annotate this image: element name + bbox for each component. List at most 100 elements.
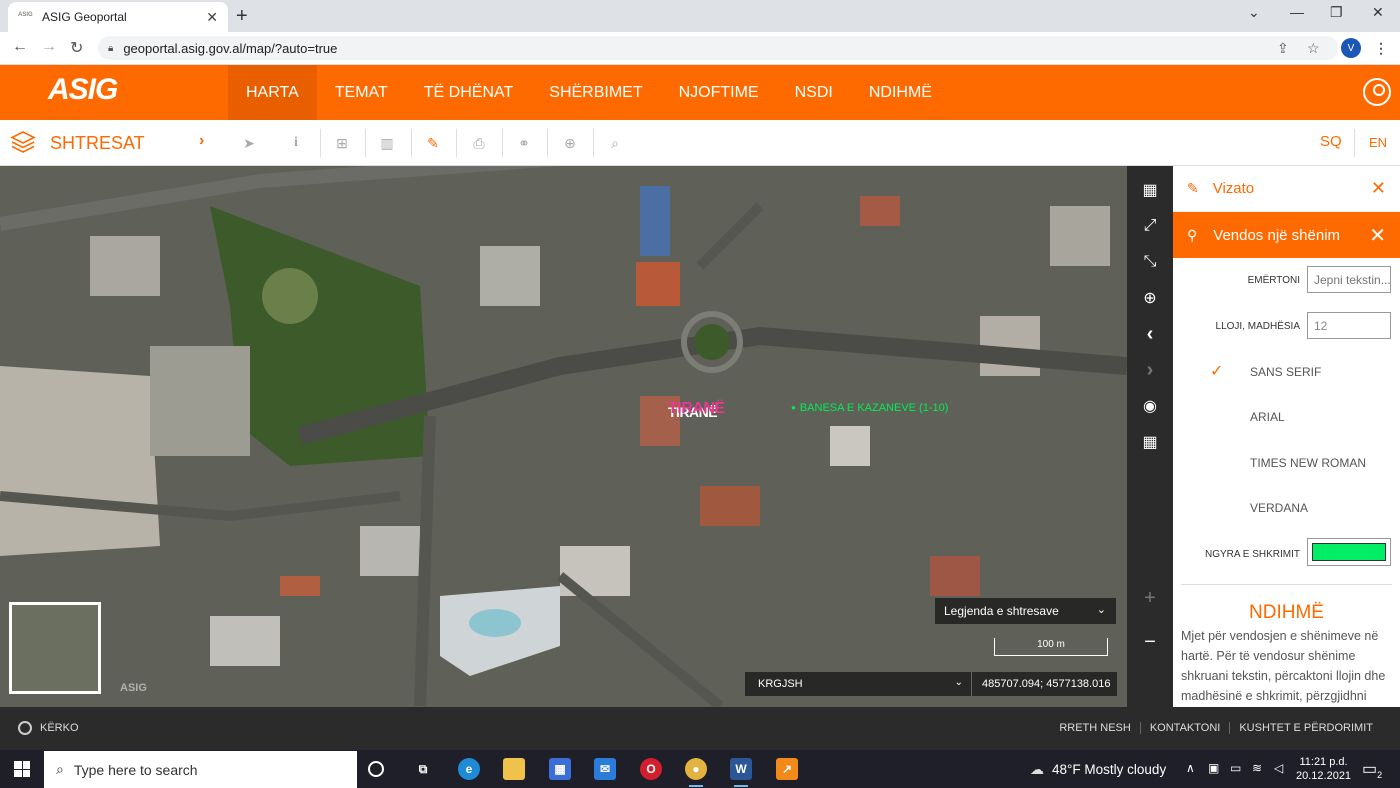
app-icon[interactable]: ↗ [776,758,798,780]
nav-nsdi[interactable]: NSDI [777,65,851,120]
share-icon[interactable]: ⇪ [1277,40,1289,57]
overview-minimap[interactable] [9,602,101,694]
opera-icon[interactable]: O [640,758,662,780]
word-icon[interactable]: W [730,758,752,787]
search-icon: ⌕ [56,761,64,777]
footer-search-label: KËRKO [40,722,79,734]
layers-label[interactable]: SHTRESAT [50,133,145,154]
close-icon[interactable]: ✕ [1369,223,1386,248]
nav-harta[interactable]: HARTA [228,65,317,120]
info-icon[interactable]: i [285,132,307,154]
expand-icon[interactable]: ⤡ [1138,250,1162,274]
mail-icon[interactable]: ✉ [594,758,616,780]
size-input[interactable] [1307,312,1391,339]
url-text: geoportal.asig.gov.al/map/?auto=true [123,40,338,56]
chevron-down-icon: ⌄ [954,677,963,688]
fullscreen-icon[interactable]: ⤢ [1138,214,1162,238]
profile-avatar[interactable]: V [1341,38,1361,58]
lang-en[interactable]: EN [1369,135,1387,150]
tab-search-icon[interactable]: ⌄ [1248,4,1260,21]
globe-icon[interactable]: ◉ [1138,394,1162,418]
notifications-icon[interactable]: ▭2 [1362,759,1382,780]
tab-close-icon[interactable]: ✕ [206,9,218,26]
taskbar-search[interactable]: ⌕ Type here to search [44,751,357,788]
select-pointer-icon[interactable]: ➤ [238,132,260,154]
cortana-icon[interactable] [368,761,384,777]
nav-njoftime[interactable]: NJOFTIME [661,65,777,120]
volume-icon[interactable]: ◁ [1274,761,1283,775]
layers-icon[interactable] [10,129,36,155]
forward-icon[interactable]: → [41,38,57,56]
font-option-verdana[interactable]: VERDANA [1250,501,1308,515]
nav-temat[interactable]: TEMAT [317,65,406,120]
search-icon[interactable]: ⌕ [604,132,626,154]
url-field[interactable]: 🔒︎ geoportal.asig.gov.al/map/?auto=true [98,36,1338,60]
main-nav: HARTA TEMAT TË DHËNAT SHËRBIMET NJOFTIME… [228,65,950,120]
tray-chevron-icon[interactable]: ∧ [1186,761,1195,775]
footer-link-about[interactable]: RRETH NESH [1050,722,1140,734]
system-clock[interactable]: 11:21 p.d. 20.12.2021 [1296,755,1351,783]
legend-toggle[interactable]: Legjenda e shtresave ⌄ [935,598,1116,624]
bookmark-star-icon[interactable]: ☆ [1307,40,1320,57]
text-color-picker[interactable] [1307,538,1391,566]
map-watermark: ASIG [120,682,147,694]
battery-icon[interactable]: ▭ [1230,761,1241,775]
footer-link-terms[interactable]: KUSHTET E PËRDORIMIT [1229,722,1382,734]
previous-view-icon[interactable]: ‹ [1138,322,1162,346]
zoom-out-icon[interactable]: − [1138,630,1162,654]
font-option-arial[interactable]: ARIAL [1250,410,1285,424]
point-label[interactable]: BANESA E KAZANEVE (1-10) [791,402,949,414]
nav-ndihme[interactable]: NDIHMË [851,65,950,120]
windows-start-icon[interactable] [14,761,30,777]
font-option-times-new-roman[interactable]: TIMES NEW ROMAN [1250,456,1366,470]
chevron-down-icon: ⌄ [1096,604,1106,616]
link-icon[interactable]: ⚭ [513,132,535,154]
minimize-icon[interactable]: — [1290,4,1304,20]
reload-icon[interactable]: ↻ [70,38,83,58]
nav-te-dhenat[interactable]: TË DHËNAT [406,65,531,120]
size-label: LLOJI, MADHËSIA [1215,321,1300,332]
weather-widget[interactable]: ☁ 48°F Mostly cloudy [1030,761,1166,778]
print-icon[interactable]: ⎙ [468,132,490,154]
map-canvas[interactable]: TIRANË TIRANË BANESA E KAZANEVE (1-10) A… [0,166,1127,707]
wifi-icon[interactable]: ≋ [1252,761,1262,775]
zoom-in-icon[interactable]: + [1138,586,1162,610]
file-explorer-icon[interactable] [503,758,525,780]
user-account-icon[interactable] [1363,78,1391,106]
basemap-icon[interactable]: ▦ [1138,178,1162,202]
back-icon[interactable]: ← [12,38,28,56]
draw-edit-icon: ✎ [1187,180,1199,196]
crs-select[interactable]: KRGJSH ⌄ [745,672,972,696]
font-option-sans-serif[interactable]: SANS SERIF [1250,365,1321,379]
device-icon[interactable]: ▣ [1208,761,1219,775]
name-input[interactable] [1307,266,1391,293]
chrome-icon[interactable]: ● [685,758,707,787]
name-label: EMËRTONI [1247,275,1300,286]
legend-label: Legjenda e shtresave [944,604,1059,618]
grid-apps-icon[interactable]: ▦ [1138,430,1162,454]
maximize-icon[interactable]: ❐ [1330,4,1343,21]
window-close-icon[interactable]: ✕ [1372,4,1384,21]
nav-sherbimet[interactable]: SHËRBIMET [531,65,660,120]
draw-panel-header: ✎ Vizato ✕ [1173,166,1400,212]
cursor-coordinates: 485707.094; 4577138.016 [982,678,1111,690]
browser-tab[interactable]: ASIG ASIG Geoportal ✕ [8,2,228,32]
layers-expand-icon[interactable]: › [199,132,204,150]
add-circle-icon[interactable]: ⊕ [559,132,581,154]
footer-link-contact[interactable]: KONTAKTONI [1139,722,1230,734]
chart-icon[interactable]: ▥ [376,132,398,154]
edge-icon[interactable]: e [458,758,480,780]
windows-taskbar: ⌕ Type here to search ⧉ e ▦ ✉ O ● W ↗ ☁ … [0,750,1400,788]
footer-search[interactable]: KËRKO [18,721,79,735]
add-layer-icon[interactable]: ⊞ [331,132,353,154]
new-tab-icon[interactable]: + [236,5,248,28]
store-icon[interactable]: ▦ [549,758,571,780]
asig-logo[interactable]: ASIG [48,73,118,107]
lang-sq[interactable]: SQ [1320,133,1342,150]
draw-edit-icon[interactable]: ✎ [422,132,444,154]
zoom-extent-icon[interactable]: ⊕ [1138,286,1162,310]
next-view-icon[interactable]: › [1138,358,1162,382]
browser-menu-icon[interactable]: ⋮ [1374,40,1388,57]
task-view-icon[interactable]: ⧉ [412,758,434,780]
close-icon[interactable]: ✕ [1371,178,1386,199]
